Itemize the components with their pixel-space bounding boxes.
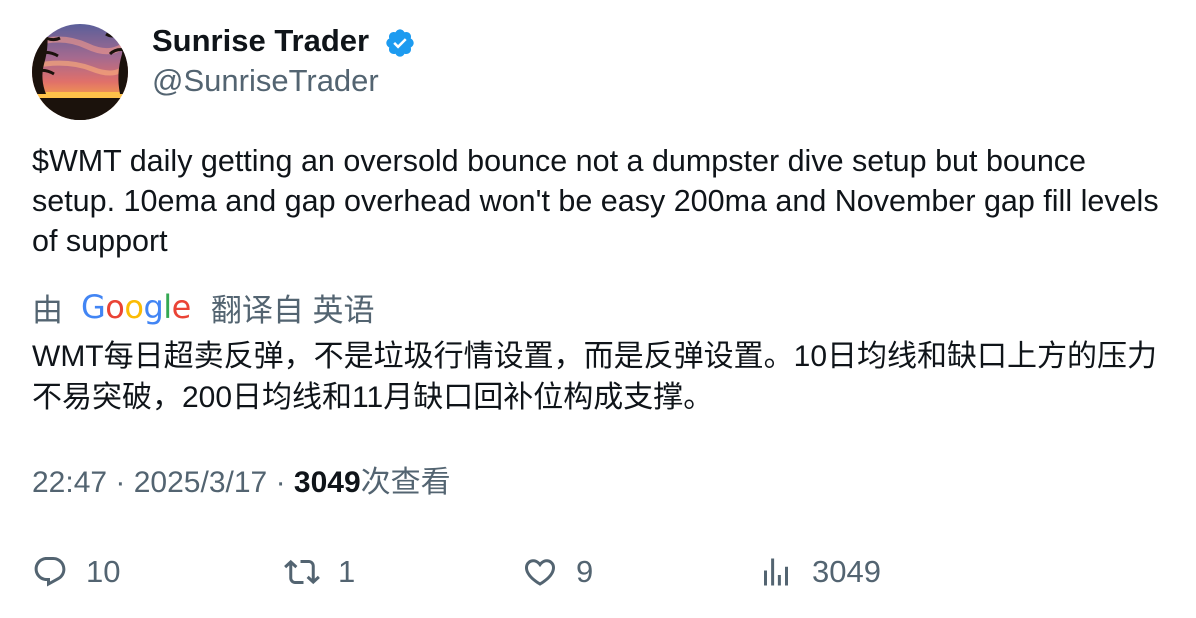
verified-badge-icon (386, 29, 414, 57)
avatar[interactable] (32, 24, 128, 120)
tweet-time[interactable]: 22:47 (32, 466, 107, 499)
like-count: 9 (576, 554, 594, 589)
tweet-card: Sunrise Trader @SunriseTrader $WMT daily… (0, 0, 1196, 618)
views-label: 次查看 (360, 466, 451, 499)
views-button[interactable]: 3049 (758, 552, 881, 592)
retweet-count: 1 (338, 554, 356, 589)
retweet-button[interactable]: 1 (284, 552, 355, 592)
google-logo[interactable]: Google (81, 288, 191, 326)
reply-button[interactable]: 10 (32, 552, 120, 592)
tweet-date[interactable]: 2025/3/17 (134, 466, 267, 499)
user-handle[interactable]: @SunriseTrader (152, 62, 379, 100)
translation-prefix: 由 (32, 292, 63, 328)
like-button[interactable]: 9 (522, 552, 593, 592)
views-count: 3049 (293, 466, 361, 499)
meta-separator: · (275, 466, 294, 499)
like-icon (524, 559, 556, 586)
reply-icon (34, 557, 66, 587)
retweet-icon (284, 559, 320, 585)
avatar-image (32, 24, 128, 120)
reply-count: 10 (86, 554, 121, 589)
translated-text: WMT每日超卖反弹，不是垃圾行情设置，而是反弹设置。10日均线和缺口上方的压力不… (32, 340, 1157, 414)
display-name[interactable]: Sunrise Trader (152, 22, 369, 60)
tweet-meta: 22:47 · 2025/3/17 · 3049次查看 (32, 463, 451, 503)
translation-source-language: 翻译自 英语 (210, 292, 375, 328)
views-action-count: 3049 (812, 554, 881, 589)
meta-separator: · (115, 466, 134, 499)
views-icon (764, 558, 788, 586)
translation-attribution: 由 Google 翻译自 英语 (32, 286, 374, 328)
tweet-text: $WMT daily getting an oversold bounce no… (32, 144, 1159, 258)
